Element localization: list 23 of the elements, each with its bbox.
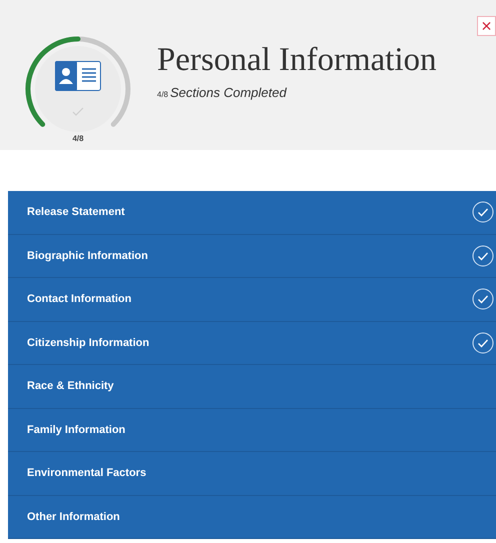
- section-label: Citizenship Information: [27, 336, 150, 350]
- section-row[interactable]: Family Information: [8, 408, 496, 452]
- close-button[interactable]: ×: [477, 16, 496, 36]
- progress-count: 4/8: [71, 133, 85, 145]
- section-label: Environmental Factors: [27, 466, 146, 481]
- page-title: Personal Information: [157, 44, 437, 77]
- section-label: Release Statement: [27, 205, 125, 220]
- section-label: Contact Information: [27, 292, 132, 307]
- page-subtitle: Sections Completed: [170, 84, 286, 102]
- section-row[interactable]: Other Information: [8, 496, 496, 539]
- section-label: Race & Ethnicity: [27, 379, 114, 394]
- section-row[interactable]: Citizenship Information: [8, 322, 496, 365]
- section-label: Family Information: [27, 422, 126, 438]
- section-row[interactable]: Contact Information: [8, 278, 496, 322]
- section-row[interactable]: Release Statement: [8, 191, 496, 234]
- section-label: Biographic Information: [27, 248, 148, 264]
- section-label: Other Information: [27, 510, 120, 524]
- section-row[interactable]: Race & Ethnicity: [8, 365, 496, 408]
- check-icon: [72, 107, 84, 116]
- completed-count: 4/8: [157, 88, 168, 101]
- section-row[interactable]: Environmental Factors: [8, 452, 496, 496]
- section-row[interactable]: Biographic Information: [8, 234, 496, 278]
- id-card-icon: [55, 61, 101, 91]
